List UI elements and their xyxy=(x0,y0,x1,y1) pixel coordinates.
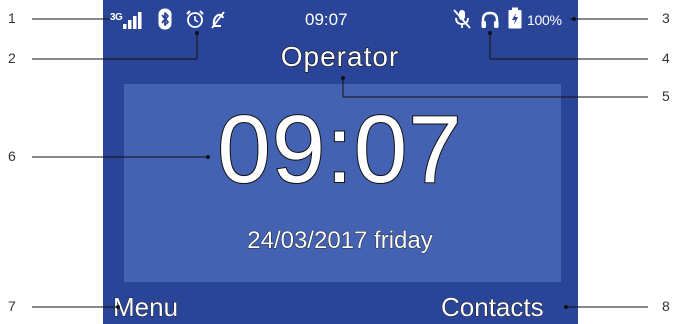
callout-number-5: 5 xyxy=(662,88,670,104)
contacts-softkey[interactable]: Contacts xyxy=(441,292,544,323)
callout-number-6: 6 xyxy=(8,148,16,164)
callout-number-8: 8 xyxy=(662,298,670,314)
ringer-off-icon xyxy=(211,11,225,29)
clock-time: 09:07 xyxy=(216,96,463,203)
callout-number-1: 1 xyxy=(8,10,16,26)
callout-number-3: 3 xyxy=(662,10,670,26)
microphone-muted-icon xyxy=(453,9,471,29)
alarm-clock-icon xyxy=(186,10,204,28)
callout-number-7: 7 xyxy=(8,298,16,314)
clock-date: 24/03/2017 friday xyxy=(247,227,433,255)
headset-icon xyxy=(481,11,499,28)
status-time: 09:07 xyxy=(305,10,348,29)
signal-strength-icon xyxy=(123,12,142,29)
callout-number-2: 2 xyxy=(8,50,16,66)
menu-softkey[interactable]: Menu xyxy=(113,292,179,323)
callout-number-4: 4 xyxy=(662,50,670,66)
bluetooth-icon xyxy=(158,8,172,30)
operator-name: Operator xyxy=(280,40,400,72)
network-type-label: 3G xyxy=(110,12,123,23)
battery-charging-icon xyxy=(508,7,522,29)
battery-percent: 100% xyxy=(527,12,562,28)
